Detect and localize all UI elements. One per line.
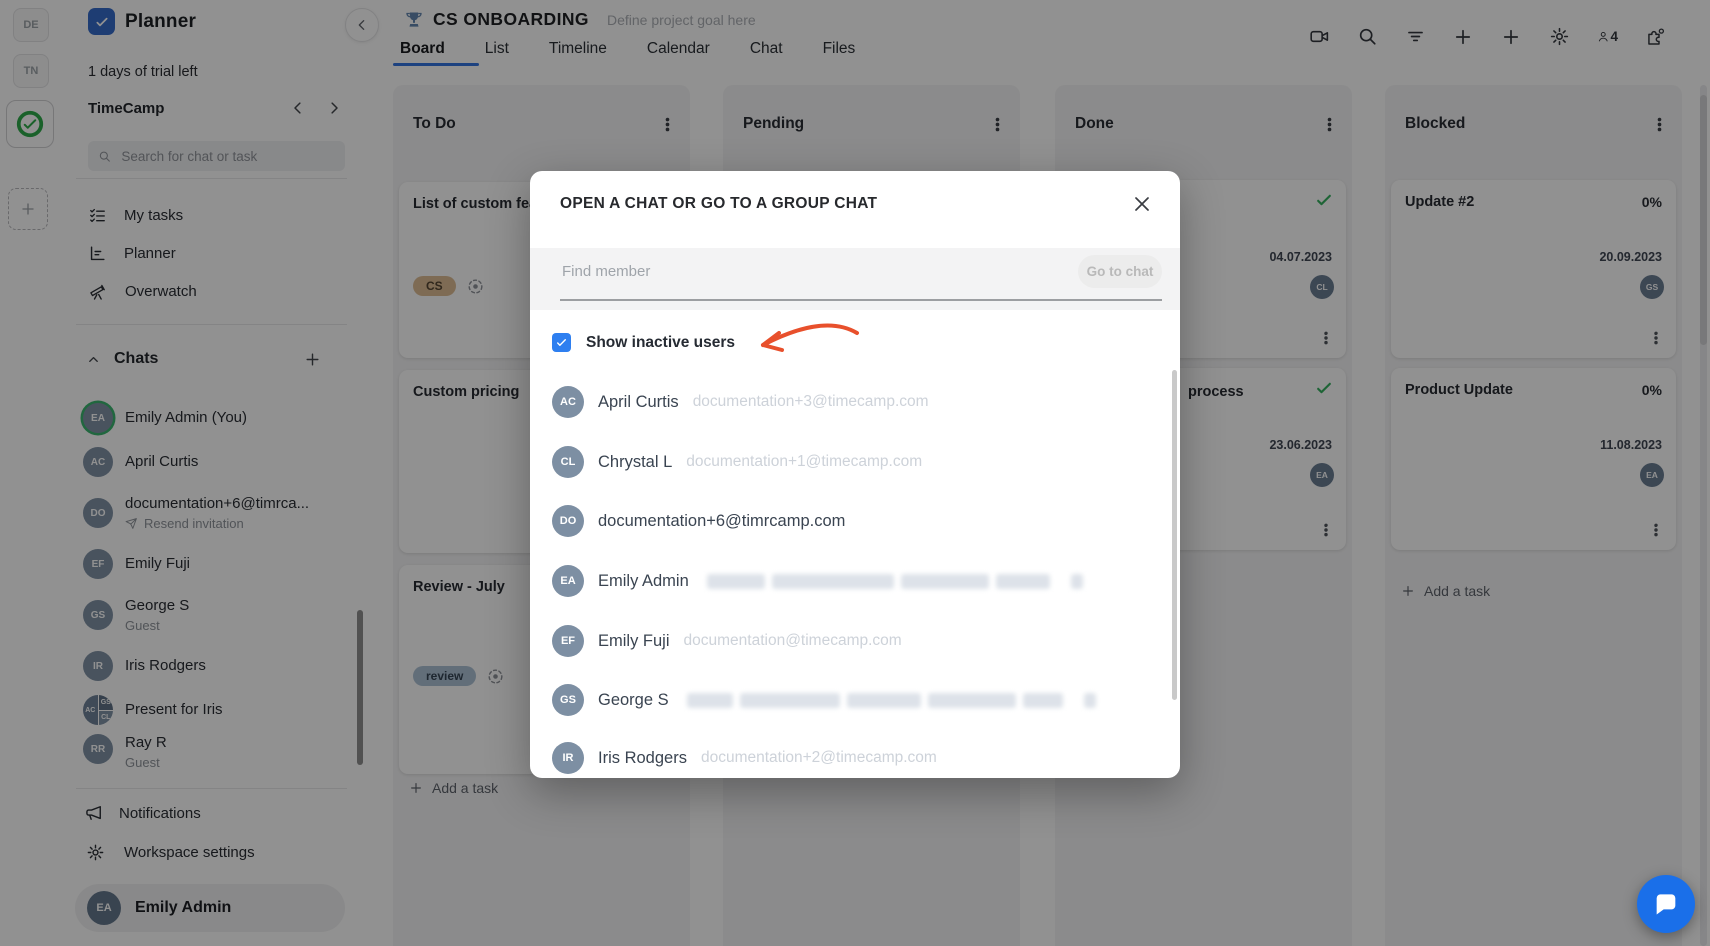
member-email: documentation+3@timecamp.com (692, 393, 929, 410)
show-inactive-checkbox[interactable] (552, 333, 571, 352)
close-icon[interactable] (1130, 191, 1156, 217)
modal-title: OPEN A CHAT OR GO TO A GROUP CHAT (560, 195, 878, 212)
redacted-email (706, 573, 1090, 589)
member-row-emily-admin[interactable]: EA Emily Admin (552, 559, 1154, 603)
member-row-documentation6[interactable]: DO documentation+6@timrcamp.com (552, 499, 1154, 543)
member-name: George S (598, 690, 669, 709)
redacted-email (686, 692, 1103, 708)
member-row-emily-fuji[interactable]: EF Emily Fuji documentation@timecamp.com (552, 619, 1154, 663)
avatar: DO (552, 505, 584, 537)
member-row-april-curtis[interactable]: AC April Curtis documentation+3@timecamp… (552, 380, 1154, 424)
member-name: April Curtis (598, 392, 679, 411)
check-icon (555, 336, 568, 349)
avatar: EF (552, 625, 584, 657)
member-name: Emily Admin (598, 571, 689, 590)
chat-bubble-icon (1652, 890, 1680, 918)
input-underline (560, 299, 1162, 301)
member-name: documentation+6@timrcamp.com (598, 511, 846, 530)
avatar: GS (552, 684, 584, 716)
open-chat-modal: OPEN A CHAT OR GO TO A GROUP CHAT Go to … (530, 171, 1180, 778)
show-inactive-row: Show inactive users (552, 333, 735, 352)
go-to-chat-button[interactable]: Go to chat (1078, 255, 1162, 288)
member-row-george-s[interactable]: GS George S (552, 678, 1154, 722)
member-name: Chrystal L (598, 452, 673, 471)
show-inactive-label: Show inactive users (586, 333, 736, 351)
member-name: Emily Fuji (598, 631, 670, 650)
find-member-bar: Go to chat (530, 248, 1180, 310)
support-chat-button[interactable] (1637, 875, 1695, 933)
app-window: DE TN Planner 1 days of trial left TimeC… (0, 0, 1710, 946)
member-row-iris-rodgers[interactable]: IR Iris Rodgers documentation+2@timecamp… (552, 736, 1154, 778)
member-email: documentation+1@timecamp.com (686, 453, 923, 470)
avatar: CL (552, 446, 584, 478)
find-member-input[interactable] (560, 262, 1044, 281)
modal-scrollbar[interactable] (1172, 370, 1177, 700)
member-row-chrystal-l[interactable]: CL Chrystal L documentation+1@timecamp.c… (552, 440, 1154, 484)
avatar: IR (552, 742, 584, 774)
avatar: EA (552, 565, 584, 597)
member-email: documentation@timecamp.com (683, 632, 902, 649)
member-email: documentation+2@timecamp.com (700, 749, 937, 766)
avatar: AC (552, 386, 584, 418)
member-name: Iris Rodgers (598, 748, 687, 767)
